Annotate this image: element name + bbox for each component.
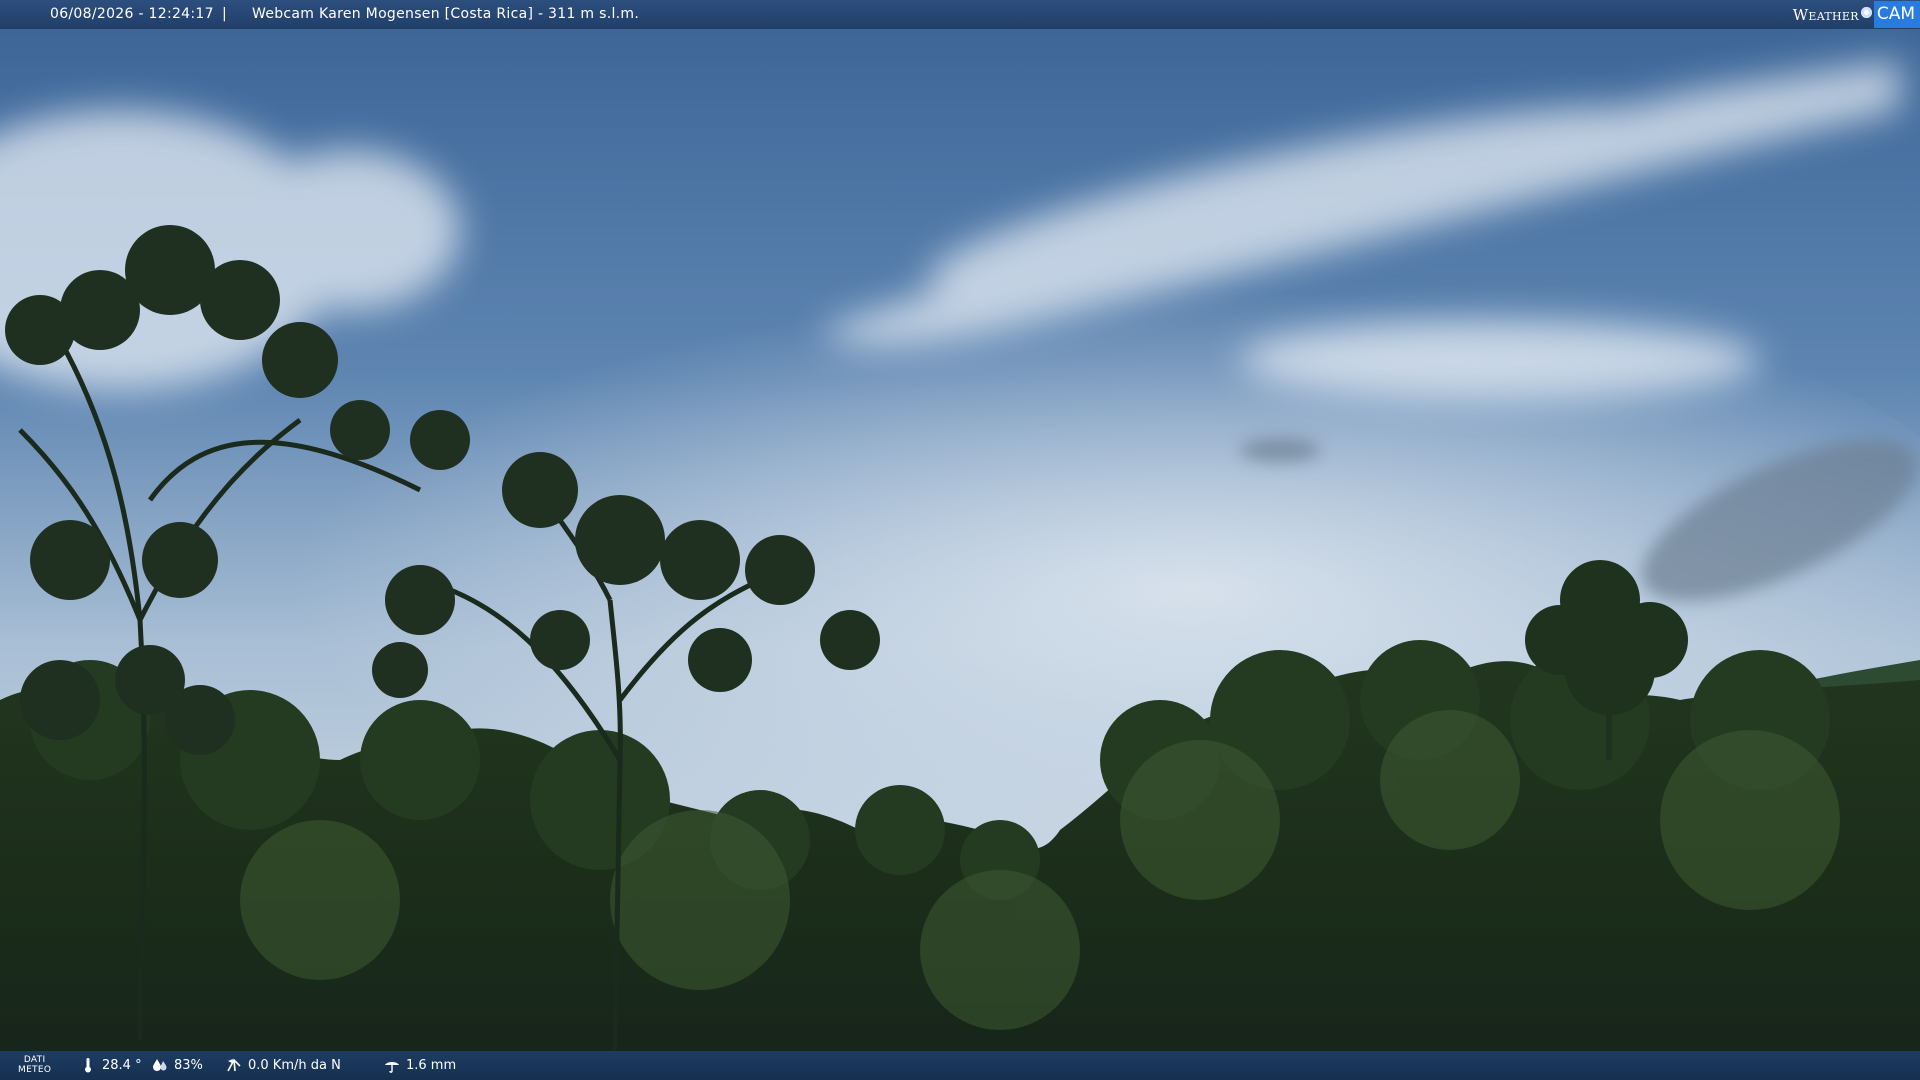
weather-data-bar: DATI METEO 28.4 ° 83% 0.0 Km/h da N 1.6 … [0, 1051, 1920, 1080]
webcam-title: Webcam Karen Mogensen [Costa Rica] - 311… [252, 6, 640, 22]
rain-value: 1.6 mm [406, 1057, 457, 1073]
wind-reading: 0.0 Km/h da N [226, 1057, 341, 1073]
datetime: 06/08/2026 - 12:24:17 [50, 6, 214, 22]
thermometer-icon [85, 1058, 91, 1073]
wind-value: 0.0 Km/h da N [248, 1057, 341, 1073]
wind-icon [227, 1058, 241, 1072]
top-info-bar: 06/08/2026 - 12:24:17 | Webcam Karen Mog… [0, 0, 1920, 29]
logo-cam-text: CAM [1873, 1, 1920, 28]
meteo-label: METEO [18, 1065, 52, 1075]
logo-weather-text: Weather [1792, 5, 1859, 24]
dati-label: DATI [23, 1055, 46, 1065]
logo-dot-icon [1860, 7, 1872, 18]
humidity-value: 83% [174, 1057, 203, 1073]
webcam-scene [0, 0, 1920, 1080]
title-separator: | [222, 6, 227, 22]
rain-reading: 1.6 mm [384, 1057, 456, 1073]
weathercam-logo: Weather CAM [1793, 0, 1920, 29]
rain-icon [385, 1062, 399, 1073]
temperature-value: 28.4 ° [102, 1057, 142, 1073]
humidity-reading: 83% [152, 1057, 203, 1073]
temperature-reading: 28.4 ° [80, 1057, 142, 1073]
humidity-icon [153, 1059, 167, 1071]
dati-meteo-label: DATI METEO [18, 1055, 51, 1075]
